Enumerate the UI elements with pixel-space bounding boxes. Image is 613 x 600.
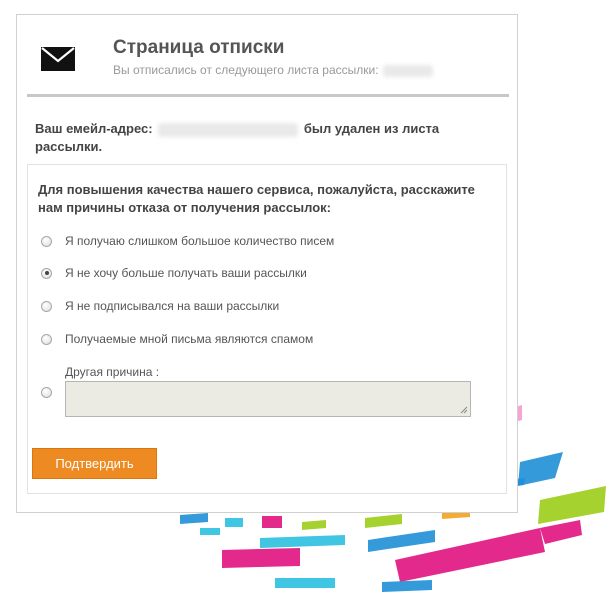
- stripe: [368, 530, 435, 552]
- stripe: [275, 578, 335, 588]
- reason-option-dont-want[interactable]: Я не хочу больше получать ваши рассылки: [41, 265, 307, 281]
- reason-option-spam[interactable]: Получаемые мной письма являются спамом: [41, 331, 313, 347]
- header: Страница отписки Вы отписались от следую…: [27, 15, 509, 97]
- removal-message: Ваш емейл-адрес: был удален из листа рас…: [35, 120, 505, 156]
- unsubscribe-card: Страница отписки Вы отписались от следую…: [16, 14, 518, 513]
- other-reason-label: Другая причина :: [65, 365, 160, 379]
- resize-grip-icon[interactable]: [460, 406, 468, 414]
- stripe: [180, 513, 208, 524]
- stripe: [222, 548, 300, 568]
- reason-label: Я не хочу больше получать ваши рассылки: [65, 266, 307, 280]
- stripe: [382, 580, 432, 592]
- redacted-list-name: [382, 64, 433, 77]
- stripe: [302, 520, 326, 530]
- radio-button[interactable]: [41, 235, 52, 247]
- radio-button[interactable]: [41, 333, 52, 345]
- stripe: [262, 516, 282, 528]
- stripe: [260, 535, 345, 548]
- subtitle-text: Вы отписались от следующего листа рассыл…: [113, 63, 379, 77]
- redacted-email: [158, 122, 299, 137]
- reason-label: Я получаю слишком большое количество пис…: [65, 234, 335, 248]
- page-title: Страница отписки: [113, 37, 285, 58]
- stripe: [200, 528, 220, 535]
- reason-form: Для повышения качества нашего сервиса, п…: [27, 164, 507, 494]
- stripe: [225, 518, 243, 527]
- radio-button-selected[interactable]: [41, 267, 52, 279]
- page-subtitle: Вы отписались от следующего листа рассыл…: [113, 63, 433, 77]
- other-reason-textarea[interactable]: [65, 381, 471, 417]
- reason-option-not-subscribed[interactable]: Я не подписывался на ваши рассылки: [41, 298, 279, 314]
- submit-button[interactable]: Подтвердить: [32, 448, 157, 479]
- radio-button[interactable]: [41, 300, 52, 312]
- envelope-icon: [41, 47, 75, 71]
- reason-label: Я не подписывался на ваши рассылки: [65, 299, 280, 313]
- stripe: [540, 520, 582, 544]
- survey-question: Для повышения качества нашего сервиса, п…: [38, 182, 475, 215]
- other-reason-radio[interactable]: [41, 387, 52, 398]
- reason-label: Получаемые мной письма являются спамом: [65, 332, 314, 346]
- stripe: [538, 486, 606, 524]
- stripe: [518, 452, 563, 486]
- stripe: [365, 514, 402, 528]
- reason-option-too-many[interactable]: Я получаю слишком большое количество пис…: [41, 233, 334, 249]
- removal-prefix: Ваш емейл-адрес:: [35, 121, 153, 136]
